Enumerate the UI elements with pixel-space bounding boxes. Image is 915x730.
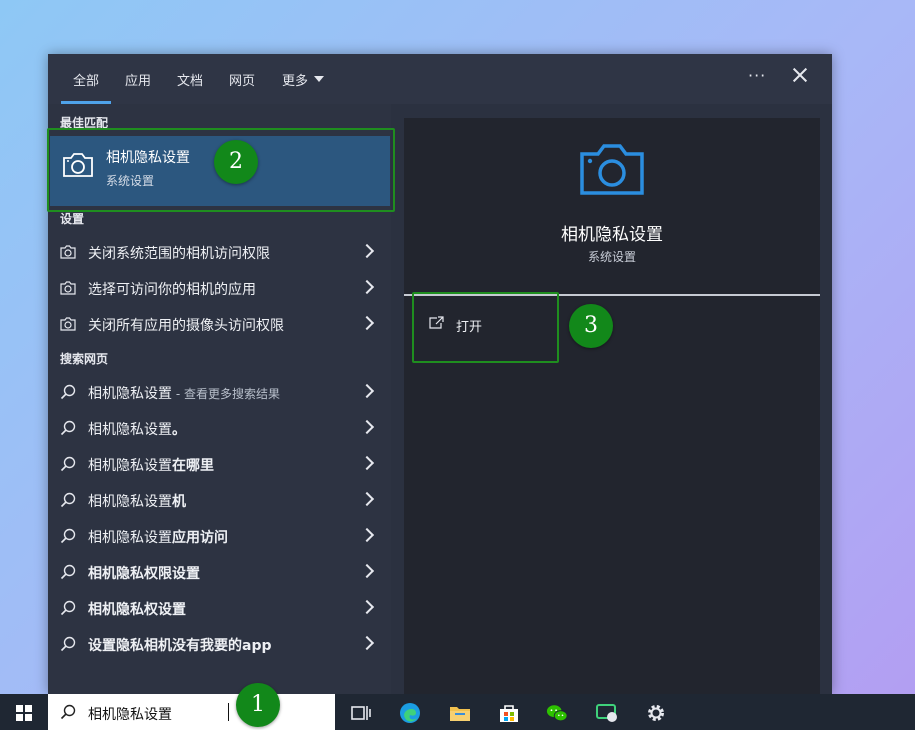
- search-icon: [60, 704, 76, 720]
- settings-item[interactable]: 选择可访问你的相机的应用: [48, 270, 391, 306]
- chevron-right-icon[interactable]: [359, 491, 375, 507]
- web-search-item[interactable]: 相机隐私权限设置: [48, 554, 391, 590]
- chevron-right-icon[interactable]: [359, 383, 375, 399]
- chevron-right-icon[interactable]: [359, 419, 375, 435]
- suggestion-text: 在哪里: [172, 458, 214, 474]
- query-text: 相机隐私设置: [88, 530, 172, 546]
- search-icon: [60, 564, 76, 580]
- camera-icon: [60, 281, 76, 295]
- query-text: 相机隐私设置: [88, 494, 172, 510]
- camera-icon: [60, 317, 76, 331]
- web-search-item[interactable]: 设置隐私相机没有我要的app: [48, 626, 391, 662]
- close-icon[interactable]: [789, 64, 811, 86]
- settings-item-label: 关闭系统范围的相机访问权限: [88, 246, 270, 262]
- web-search-label: 相机隐私权限设置: [88, 563, 200, 583]
- camera-icon: [580, 144, 644, 195]
- preview-title: 相机隐私设置: [561, 225, 663, 245]
- suggestion-text: 相机隐私权限设置: [88, 566, 200, 582]
- settings-item[interactable]: 关闭所有应用的摄像头访问权限: [48, 306, 391, 342]
- search-icon: [60, 456, 76, 472]
- suggestion-suffix: - 查看更多搜索结果: [172, 387, 280, 401]
- query-text: 相机隐私设置: [88, 422, 172, 438]
- web-search-label: 相机隐私设置。: [88, 419, 186, 439]
- store-icon[interactable]: [498, 702, 520, 724]
- web-search-item[interactable]: 相机隐私权设置: [48, 590, 391, 626]
- task-view-icon[interactable]: [350, 702, 372, 724]
- search-icon: [60, 492, 76, 508]
- taskbar-search-box[interactable]: 相机隐私设置: [48, 694, 335, 730]
- step-badge-1: 1: [236, 683, 280, 727]
- taskbar: 相机隐私设置: [0, 694, 915, 730]
- search-icon: [60, 636, 76, 652]
- tab-documents[interactable]: 文档: [177, 70, 203, 89]
- wechat-icon[interactable]: [546, 702, 568, 724]
- web-search-item[interactable]: 相机隐私设置。: [48, 410, 391, 446]
- suggestion-text: 应用访问: [172, 530, 228, 546]
- query-text: 相机隐私设置: [88, 386, 172, 402]
- preview-subtitle: 系统设置: [587, 250, 636, 264]
- screen-share-icon[interactable]: [596, 702, 618, 724]
- query-text: 相机隐私设置: [88, 458, 172, 474]
- search-icon: [60, 420, 76, 436]
- preview-pane: 相机隐私设置 系统设置 打开: [404, 118, 820, 694]
- highlight-box-open: [412, 292, 559, 363]
- section-web-search: 搜索网页: [60, 352, 109, 366]
- web-search-item[interactable]: 相机隐私设置应用访问: [48, 518, 391, 554]
- chevron-right-icon[interactable]: [359, 635, 375, 651]
- search-icon: [60, 384, 76, 400]
- settings-gear-icon[interactable]: [645, 702, 667, 724]
- web-search-label: 相机隐私设置机: [88, 491, 186, 511]
- web-search-item[interactable]: 相机隐私设置机: [48, 482, 391, 518]
- edge-browser-icon[interactable]: [399, 702, 421, 724]
- chevron-right-icon[interactable]: [359, 315, 375, 331]
- step-badge-3: 3: [569, 304, 613, 348]
- search-icon: [60, 600, 76, 616]
- chevron-right-icon[interactable]: [359, 279, 375, 295]
- windows-start-icon[interactable]: [16, 705, 32, 721]
- suggestion-text: 机: [172, 494, 186, 510]
- section-settings: 设置: [60, 212, 85, 226]
- more-options-icon[interactable]: ···: [748, 66, 766, 85]
- step-badge-2: 2: [214, 140, 258, 184]
- file-explorer-icon[interactable]: [449, 702, 471, 724]
- settings-item-label: 选择可访问你的相机的应用: [88, 282, 256, 298]
- web-search-label: 相机隐私设置应用访问: [88, 527, 228, 547]
- chevron-right-icon[interactable]: [359, 563, 375, 579]
- settings-item-label: 关闭所有应用的摄像头访问权限: [88, 318, 284, 334]
- web-search-item[interactable]: 相机隐私设置在哪里: [48, 446, 391, 482]
- chevron-right-icon[interactable]: [359, 455, 375, 471]
- text-cursor: [228, 703, 229, 721]
- web-search-label: 相机隐私权设置: [88, 599, 186, 619]
- web-search-label: 设置隐私相机没有我要的app: [88, 635, 272, 655]
- web-search-label: 相机隐私设置在哪里: [88, 455, 214, 475]
- tab-more[interactable]: 更多: [282, 70, 308, 89]
- tab-all[interactable]: 全部: [73, 70, 99, 89]
- chevron-down-icon[interactable]: [314, 76, 324, 82]
- camera-icon: [60, 245, 76, 259]
- suggestion-text: 。: [172, 422, 186, 438]
- tab-apps[interactable]: 应用: [125, 70, 151, 89]
- chevron-right-icon[interactable]: [359, 243, 375, 259]
- tab-web[interactable]: 网页: [229, 70, 255, 89]
- search-input[interactable]: 相机隐私设置: [88, 704, 172, 724]
- settings-item[interactable]: 关闭系统范围的相机访问权限: [48, 234, 391, 270]
- chevron-right-icon[interactable]: [359, 527, 375, 543]
- web-search-item[interactable]: 相机隐私设置 - 查看更多搜索结果: [48, 374, 391, 410]
- suggestion-text: 相机隐私权设置: [88, 602, 186, 618]
- web-search-label: 相机隐私设置 - 查看更多搜索结果: [88, 383, 280, 403]
- chevron-right-icon[interactable]: [359, 599, 375, 615]
- search-icon: [60, 528, 76, 544]
- suggestion-text: 设置隐私相机没有我要的app: [88, 638, 272, 654]
- search-tabs-bar: 全部 应用 文档 网页 更多 ···: [48, 54, 832, 104]
